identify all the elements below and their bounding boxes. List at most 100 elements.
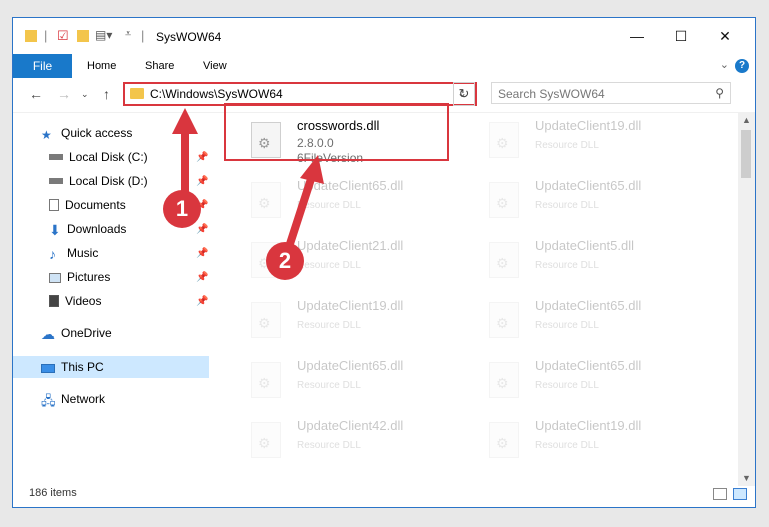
music-icon: ♪ bbox=[49, 246, 56, 262]
separator-icon: | bbox=[141, 28, 145, 43]
file-name: UpdateClient19.dll bbox=[535, 118, 642, 133]
sidebar-item-videos[interactable]: Videos bbox=[49, 290, 101, 312]
file-type: Resource DLL bbox=[297, 200, 361, 211]
sidebar-item-label: OneDrive bbox=[61, 326, 112, 340]
scroll-down-icon[interactable]: ▼ bbox=[742, 473, 751, 483]
properties-icon[interactable]: ☑ bbox=[57, 28, 69, 44]
pin-icon[interactable]: 📌 bbox=[196, 224, 208, 235]
sidebar-item-local-disk-c[interactable]: Local Disk (C:) bbox=[49, 146, 148, 168]
forward-arrow-icon[interactable]: → bbox=[57, 86, 71, 102]
maximize-button[interactable]: ☐ bbox=[665, 24, 697, 48]
dll-file-icon bbox=[251, 302, 281, 338]
file-type: Resource DLL bbox=[297, 320, 361, 331]
sidebar-item-quick-access[interactable]: ★ Quick access bbox=[41, 122, 132, 144]
sidebar-item-label: This PC bbox=[61, 360, 104, 374]
refresh-icon[interactable]: ↻ bbox=[453, 82, 475, 106]
address-path[interactable]: C:\Windows\SysWOW64 bbox=[150, 87, 283, 101]
sidebar-item-music[interactable]: ♪ Music bbox=[49, 242, 98, 264]
downloads-icon: ⬇ bbox=[49, 222, 61, 238]
tab-view[interactable]: View bbox=[203, 54, 227, 78]
network-icon: 🖧 bbox=[41, 393, 56, 408]
sidebar-item-downloads[interactable]: ⬇ Downloads bbox=[49, 218, 126, 240]
new-folder-icon[interactable] bbox=[77, 30, 89, 42]
item-count: 186 items bbox=[29, 487, 77, 499]
dll-file-icon bbox=[489, 122, 519, 158]
up-arrow-icon[interactable]: ↑ bbox=[103, 86, 110, 102]
file-tile[interactable]: UpdateClient5.dll Resource DLL bbox=[475, 236, 705, 288]
tab-file[interactable]: File bbox=[13, 54, 72, 78]
pin-icon[interactable]: 📌 bbox=[196, 272, 208, 283]
explorer-window: | ☑ ▤▾ ⩡ | SysWOW64 — ☐ ✕ File Home Shar… bbox=[12, 17, 756, 508]
dll-file-icon bbox=[489, 242, 519, 278]
sidebar-item-label: Music bbox=[67, 246, 99, 260]
expand-ribbon-icon[interactable]: ⌄ bbox=[720, 58, 729, 71]
folder-icon bbox=[25, 30, 37, 42]
file-name: UpdateClient19.dll bbox=[297, 298, 404, 313]
sidebar-item-label: Network bbox=[61, 392, 106, 406]
file-type: Resource DLL bbox=[297, 440, 361, 451]
separator-icon: | bbox=[44, 28, 48, 43]
dll-file-icon bbox=[251, 362, 281, 398]
file-type: Resource DLL bbox=[535, 140, 599, 151]
file-name: UpdateClient19.dll bbox=[535, 418, 642, 433]
file-type: Resource DLL bbox=[535, 440, 599, 451]
minimize-button[interactable]: — bbox=[621, 24, 653, 48]
details-view-icon[interactable] bbox=[713, 488, 727, 500]
sidebar-item-label: Downloads bbox=[67, 222, 127, 236]
file-type: Resource DLL bbox=[535, 260, 599, 271]
dll-file-icon bbox=[489, 422, 519, 458]
scrollbar-thumb[interactable] bbox=[741, 130, 751, 178]
tab-share[interactable]: Share bbox=[145, 54, 174, 78]
sidebar-item-label: Local Disk (D:) bbox=[69, 174, 148, 188]
ribbon-tabs: File Home Share View ⌄ ? bbox=[13, 54, 755, 78]
sidebar-item-local-disk-d[interactable]: Local Disk (D:) bbox=[49, 170, 148, 192]
file-type: Resource DLL bbox=[297, 380, 361, 391]
folder-icon bbox=[130, 88, 144, 99]
quick-access-menu-icon[interactable]: ▤▾ bbox=[95, 28, 112, 44]
file-tile[interactable]: UpdateClient65.dll Resource DLL bbox=[237, 356, 467, 408]
file-tile[interactable]: UpdateClient65.dll Resource DLL bbox=[475, 296, 705, 348]
close-button[interactable]: ✕ bbox=[709, 24, 741, 48]
help-icon[interactable]: ? bbox=[735, 59, 749, 73]
sidebar-item-onedrive[interactable]: ☁ OneDrive bbox=[41, 322, 112, 344]
sidebar-item-label: Documents bbox=[65, 198, 126, 212]
step-1-badge: 1 bbox=[163, 190, 201, 228]
sidebar-item-label: Pictures bbox=[67, 270, 111, 284]
search-icon[interactable]: ⚲ bbox=[715, 86, 724, 100]
sidebar-item-pictures[interactable]: Pictures bbox=[49, 266, 110, 288]
back-arrow-icon[interactable]: ← bbox=[29, 86, 43, 102]
file-type: Resource DLL bbox=[535, 320, 599, 331]
file-tile[interactable]: UpdateClient65.dll Resource DLL bbox=[237, 176, 467, 228]
pin-icon[interactable]: 📌 bbox=[196, 152, 208, 163]
scroll-up-icon[interactable]: ▲ bbox=[742, 115, 751, 125]
tab-home[interactable]: Home bbox=[87, 54, 116, 78]
step-2-badge: 2 bbox=[266, 242, 304, 280]
pin-icon[interactable]: 📌 bbox=[196, 176, 208, 187]
file-tile[interactable]: UpdateClient42.dll Resource DLL bbox=[237, 416, 467, 468]
sidebar-item-documents[interactable]: Documents bbox=[49, 194, 126, 216]
sidebar-item-network[interactable]: 🖧 Network bbox=[41, 388, 105, 410]
file-name: UpdateClient65.dll bbox=[535, 178, 642, 193]
file-highlight-box bbox=[224, 103, 449, 161]
dll-file-icon bbox=[489, 302, 519, 338]
file-tile[interactable]: UpdateClient65.dll Resource DLL bbox=[475, 356, 705, 408]
file-tile[interactable]: UpdateClient19.dll Resource DLL bbox=[475, 416, 705, 468]
title-bar: | ☑ ▤▾ ⩡ | SysWOW64 — ☐ ✕ bbox=[13, 18, 755, 54]
search-input[interactable]: Search SysWOW64 ⚲ bbox=[491, 82, 731, 104]
large-icons-view-icon[interactable] bbox=[733, 488, 747, 500]
file-tile[interactable]: UpdateClient19.dll Resource DLL bbox=[475, 116, 705, 168]
customize-toolbar-icon[interactable]: ⩡ bbox=[125, 28, 131, 44]
file-name: UpdateClient65.dll bbox=[535, 358, 642, 373]
pin-icon[interactable]: 📌 bbox=[196, 248, 208, 259]
pin-icon[interactable]: 📌 bbox=[196, 296, 208, 307]
file-tile[interactable]: UpdateClient19.dll Resource DLL bbox=[237, 296, 467, 348]
sidebar-item-this-pc[interactable]: This PC bbox=[41, 356, 104, 378]
file-tile[interactable]: UpdateClient65.dll Resource DLL bbox=[475, 176, 705, 228]
sidebar-item-label: Videos bbox=[65, 294, 102, 308]
dll-file-icon bbox=[489, 182, 519, 218]
vertical-scrollbar[interactable]: ▲ ▼ bbox=[738, 112, 755, 486]
status-bar: 186 items bbox=[13, 483, 755, 507]
file-type: Resource DLL bbox=[535, 200, 599, 211]
recent-locations-icon[interactable]: ⌄ bbox=[81, 89, 89, 100]
file-type: Resource DLL bbox=[297, 260, 361, 271]
